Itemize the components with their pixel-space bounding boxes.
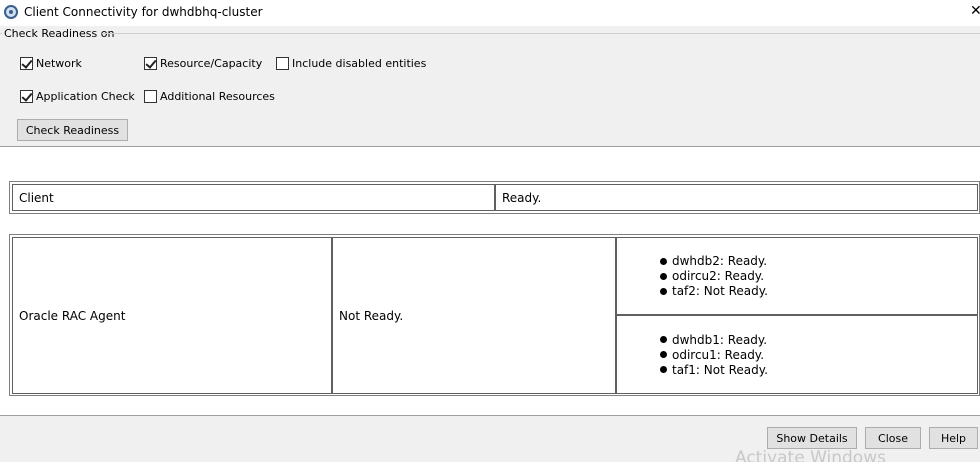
node-status-cell: dwhdb2: Ready. odircu2: Ready. taf2: Not… xyxy=(616,237,978,315)
resource-capacity-checkbox[interactable]: Resource/Capacity xyxy=(144,57,262,70)
divider xyxy=(0,146,980,147)
node-status-list: dwhdb1: Ready. odircu1: Ready. taf1: Not… xyxy=(660,332,768,377)
checkbox-label: Network xyxy=(36,57,82,70)
close-button[interactable]: Close xyxy=(865,427,921,449)
bullet-icon xyxy=(660,287,667,295)
include-disabled-checkbox[interactable]: Include disabled entities xyxy=(276,57,426,70)
bullet-icon xyxy=(660,257,667,265)
group-border xyxy=(0,33,2,34)
bullet-icon xyxy=(660,336,667,343)
checkbox-box[interactable] xyxy=(144,57,157,70)
help-button[interactable]: Help xyxy=(929,427,978,449)
checkbox-box[interactable] xyxy=(20,57,33,70)
list-item: dwhdb1: Ready. xyxy=(660,332,768,347)
node-status-text: taf1: Not Ready. xyxy=(672,362,768,377)
show-details-button[interactable]: Show Details xyxy=(767,427,857,449)
node-status-text: odircu1: Ready. xyxy=(672,347,765,362)
list-item: odircu1: Ready. xyxy=(660,347,768,362)
node-status-text: taf2: Not Ready. xyxy=(672,284,768,298)
check-readiness-panel: Check Readiness on Network Resource/Capa… xyxy=(0,26,980,146)
activation-watermark: Activate Windows xyxy=(735,448,886,462)
window-title: Client Connectivity for dwhdbhq-cluster xyxy=(24,5,263,19)
node-status-text: dwhdb2: Ready. xyxy=(672,254,768,268)
bullet-icon xyxy=(660,272,667,280)
application-check-checkbox[interactable]: Application Check xyxy=(20,90,135,103)
title-bar: Client Connectivity for dwhdbhq-cluster … xyxy=(0,0,980,26)
agent-name-cell: Oracle RAC Agent xyxy=(12,237,332,394)
checkbox-label: Resource/Capacity xyxy=(160,57,263,70)
network-checkbox[interactable]: Network xyxy=(20,57,82,70)
checkbox-label: Application Check xyxy=(36,90,135,103)
node-status-list: dwhdb2: Ready. odircu2: Ready. taf2: Not… xyxy=(660,254,768,299)
node-status-text: dwhdb1: Ready. xyxy=(672,332,768,347)
group-border xyxy=(102,33,980,34)
list-item: taf1: Not Ready. xyxy=(660,362,768,377)
bullet-icon xyxy=(660,351,667,358)
list-item: odircu2: Ready. xyxy=(660,269,768,284)
client-name-cell: Client xyxy=(12,184,495,211)
bullet-icon xyxy=(660,366,667,373)
check-readiness-button[interactable]: Check Readiness xyxy=(17,119,128,141)
client-status-cell: Ready. xyxy=(495,184,978,211)
checkbox-label: Include disabled entities xyxy=(292,57,427,70)
node-status-text: odircu2: Ready. xyxy=(672,269,765,283)
checkbox-box[interactable] xyxy=(276,57,289,70)
checkbox-box[interactable] xyxy=(144,90,157,103)
app-icon xyxy=(4,5,18,19)
close-icon[interactable]: ✕ xyxy=(970,3,980,19)
additional-resources-checkbox[interactable]: Additional Resources xyxy=(144,90,275,103)
agent-status-cell: Not Ready. xyxy=(332,237,616,394)
group-title: Check Readiness on xyxy=(4,27,115,40)
checkbox-label: Additional Resources xyxy=(160,90,275,103)
list-item: dwhdb2: Ready. xyxy=(660,254,768,269)
list-item: taf2: Not Ready. xyxy=(660,284,768,299)
node-status-cell: dwhdb1: Ready. odircu1: Ready. taf1: Not… xyxy=(616,315,978,394)
checkbox-box[interactable] xyxy=(20,90,33,103)
